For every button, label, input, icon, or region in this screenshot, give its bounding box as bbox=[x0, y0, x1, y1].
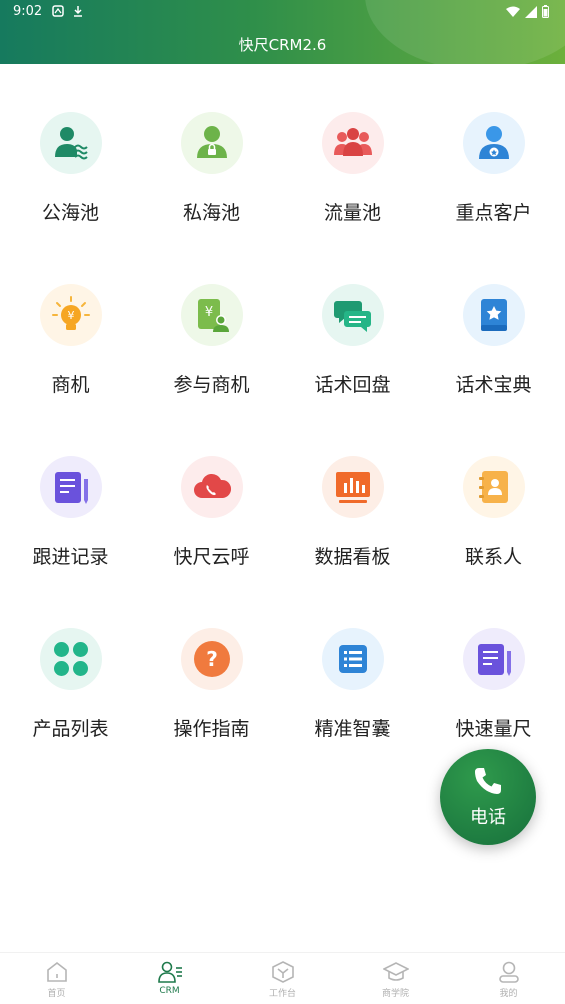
bottom-nav: 首页 CRM 工作台 商学院 我的 bbox=[0, 952, 565, 1004]
nav-label: 我的 bbox=[499, 989, 518, 999]
joined-opportunity-icon: ¥ bbox=[198, 299, 229, 332]
grid-item-private-pool[interactable]: 私海池 bbox=[141, 108, 282, 238]
grid-item-label: 联系人 bbox=[464, 546, 522, 568]
svg-text:¥: ¥ bbox=[205, 305, 213, 320]
nav-item-home[interactable]: 首页 bbox=[0, 953, 113, 1004]
script-handbook-icon bbox=[481, 299, 507, 331]
public-pool-icon bbox=[55, 127, 88, 160]
nav-label: 商学院 bbox=[381, 989, 409, 999]
status-bar: 9:02 bbox=[0, 0, 565, 24]
grid-item-traffic-pool[interactable]: 流量池 bbox=[282, 108, 423, 238]
grid-item-precision-think-tank[interactable]: 精准智囊 bbox=[282, 624, 423, 754]
grid-item-cloud-call[interactable]: 快尺云呼 bbox=[141, 452, 282, 582]
grid-item-label: 操作指南 bbox=[173, 718, 250, 740]
grid-item-label: 快尺云呼 bbox=[173, 546, 250, 568]
grid-item-key-customer[interactable]: 重点客户 bbox=[423, 108, 564, 238]
product-list-icon bbox=[54, 642, 88, 676]
workbench-icon bbox=[271, 961, 294, 983]
status-time: 9:02 bbox=[13, 4, 43, 19]
academy-icon bbox=[382, 962, 409, 981]
quick-measure-icon bbox=[478, 644, 511, 676]
grid-item-label: 重点客户 bbox=[455, 202, 532, 224]
nav-item-crm[interactable]: CRM bbox=[113, 953, 226, 1004]
grid-item-label: 精准智囊 bbox=[314, 718, 391, 740]
grid-item-script-handbook[interactable]: 话术宝典 bbox=[423, 280, 564, 410]
grid-item-label: 流量池 bbox=[323, 202, 381, 224]
svg-text:?: ? bbox=[206, 647, 218, 671]
grid-item-script-review[interactable]: 话术回盘 bbox=[282, 280, 423, 410]
nav-label: 首页 bbox=[47, 989, 66, 999]
traffic-pool-icon bbox=[334, 128, 372, 156]
grid-item-label: 产品列表 bbox=[32, 718, 109, 740]
grid-item-quick-measure[interactable]: 快速量尺 bbox=[423, 624, 564, 754]
private-pool-icon bbox=[197, 126, 227, 158]
wifi-icon bbox=[506, 6, 520, 17]
call-button-label: 电话 bbox=[470, 807, 506, 828]
grid-item-label: 快速量尺 bbox=[455, 718, 532, 740]
grid-item-label: 数据看板 bbox=[314, 546, 391, 568]
nav-label: CRM bbox=[159, 986, 180, 996]
nav-label: 工作台 bbox=[268, 989, 296, 999]
follow-up-record-icon bbox=[55, 472, 88, 504]
app-header: 9:02 快尺CRM2.6 bbox=[0, 0, 565, 64]
grid-item-joined-opportunity[interactable]: ¥ 参与商机 bbox=[141, 280, 282, 410]
crm-icon bbox=[157, 961, 182, 983]
grid-item-label: 话术回盘 bbox=[314, 374, 391, 396]
key-customer-icon bbox=[479, 126, 509, 159]
nav-item-workbench[interactable]: 工作台 bbox=[226, 953, 339, 1004]
notification-icon bbox=[52, 5, 64, 17]
phone-icon bbox=[475, 768, 501, 794]
grid-item-label: 参与商机 bbox=[173, 374, 250, 396]
grid-item-business-opportunity[interactable]: ¥ 商机 bbox=[0, 280, 141, 410]
precision-think-tank-icon bbox=[339, 645, 367, 673]
profile-icon bbox=[498, 961, 519, 983]
grid-item-label: 话术宝典 bbox=[455, 374, 532, 396]
battery-icon bbox=[542, 5, 549, 18]
nav-item-profile[interactable]: 我的 bbox=[452, 953, 565, 1004]
grid-item-label: 商机 bbox=[51, 374, 90, 396]
signal-icon bbox=[525, 5, 537, 18]
home-icon bbox=[46, 961, 67, 982]
grid-item-data-dashboard[interactable]: 数据看板 bbox=[282, 452, 423, 582]
grid-item-follow-up-record[interactable]: 跟进记录 bbox=[0, 452, 141, 582]
nav-item-academy[interactable]: 商学院 bbox=[339, 953, 452, 1004]
grid-item-product-list[interactable]: 产品列表 bbox=[0, 624, 141, 754]
call-button[interactable]: 电话 bbox=[440, 749, 536, 845]
data-dashboard-icon bbox=[336, 472, 370, 503]
page-title: 快尺CRM2.6 bbox=[238, 36, 327, 54]
business-opportunity-icon: ¥ bbox=[52, 296, 90, 330]
grid-item-label: 公海池 bbox=[41, 202, 99, 224]
contacts-icon bbox=[479, 471, 508, 503]
grid-item-public-pool[interactable]: 公海池 bbox=[0, 108, 141, 238]
cloud-call-icon bbox=[194, 473, 232, 498]
svg-text:¥: ¥ bbox=[68, 309, 75, 322]
script-review-icon bbox=[334, 301, 371, 332]
grid-item-contacts[interactable]: 联系人 bbox=[423, 452, 564, 582]
download-icon bbox=[74, 6, 82, 17]
grid-item-label: 私海池 bbox=[182, 202, 240, 224]
grid-item-label: 跟进记录 bbox=[32, 546, 109, 568]
grid-item-operation-guide[interactable]: ? 操作指南 bbox=[141, 624, 282, 754]
operation-guide-icon: ? bbox=[194, 641, 230, 677]
